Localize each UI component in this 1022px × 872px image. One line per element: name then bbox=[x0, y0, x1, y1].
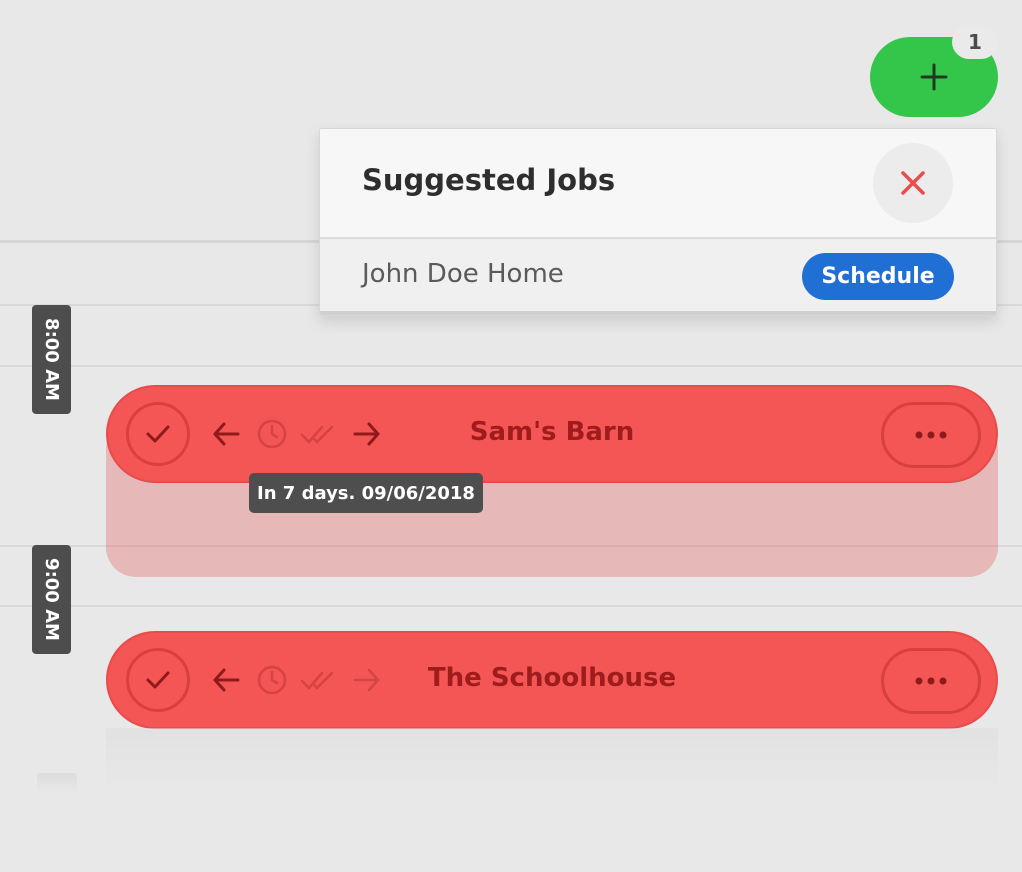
check-icon bbox=[146, 671, 170, 689]
arrow-right-icon bbox=[353, 668, 380, 692]
double-check-icon bbox=[300, 671, 334, 690]
complete-job-button[interactable] bbox=[126, 648, 190, 712]
timeline-gridline bbox=[0, 605, 1022, 607]
time-label-8am: 8:00 AM bbox=[32, 305, 71, 414]
job-card[interactable]: The Schoolhouse bbox=[106, 631, 998, 729]
arrow-left-icon bbox=[213, 668, 240, 692]
move-later-button[interactable] bbox=[348, 661, 386, 699]
mark-done-button[interactable] bbox=[300, 661, 338, 699]
time-label-stub bbox=[37, 773, 77, 793]
reschedule-button[interactable] bbox=[253, 415, 291, 453]
plus-icon bbox=[920, 63, 948, 91]
time-label-text: 9:00 AM bbox=[41, 558, 63, 641]
more-dots-icon bbox=[915, 677, 947, 685]
suggested-jobs-popup: Suggested Jobs John Doe Home Schedule bbox=[319, 128, 997, 316]
popup-title: Suggested Jobs bbox=[362, 163, 616, 197]
notification-badge: 1 bbox=[952, 25, 998, 59]
move-later-button[interactable] bbox=[348, 415, 386, 453]
clock-icon bbox=[257, 665, 287, 695]
popup-header: Suggested Jobs bbox=[320, 129, 996, 239]
move-earlier-button[interactable] bbox=[207, 661, 245, 699]
time-label-text: 8:00 AM bbox=[41, 318, 63, 401]
reschedule-tooltip: In 7 days. 09/06/2018 bbox=[249, 473, 483, 513]
suggested-job-row: John Doe Home Schedule bbox=[320, 239, 996, 315]
reschedule-button[interactable] bbox=[253, 661, 291, 699]
clock-icon bbox=[257, 419, 287, 449]
mark-done-button[interactable] bbox=[300, 415, 338, 453]
timeline-gridline bbox=[0, 365, 1022, 367]
more-dots-icon bbox=[915, 431, 947, 439]
arrow-right-icon bbox=[353, 422, 380, 446]
more-options-button[interactable] bbox=[881, 402, 981, 468]
double-check-icon bbox=[300, 425, 334, 444]
suggested-job-name: John Doe Home bbox=[362, 259, 564, 289]
close-icon bbox=[901, 171, 925, 195]
more-options-button[interactable] bbox=[881, 648, 981, 714]
job-card[interactable]: Sam's Barn bbox=[106, 385, 998, 483]
job-duration-fade bbox=[106, 728, 998, 792]
complete-job-button[interactable] bbox=[126, 402, 190, 466]
time-label-9am: 9:00 AM bbox=[32, 545, 71, 654]
check-icon bbox=[146, 425, 170, 443]
arrow-left-icon bbox=[213, 422, 240, 446]
schedule-button[interactable]: Schedule bbox=[802, 253, 954, 300]
popup-bottom-edge bbox=[320, 311, 996, 315]
move-earlier-button[interactable] bbox=[207, 415, 245, 453]
close-popup-button[interactable] bbox=[873, 143, 953, 223]
